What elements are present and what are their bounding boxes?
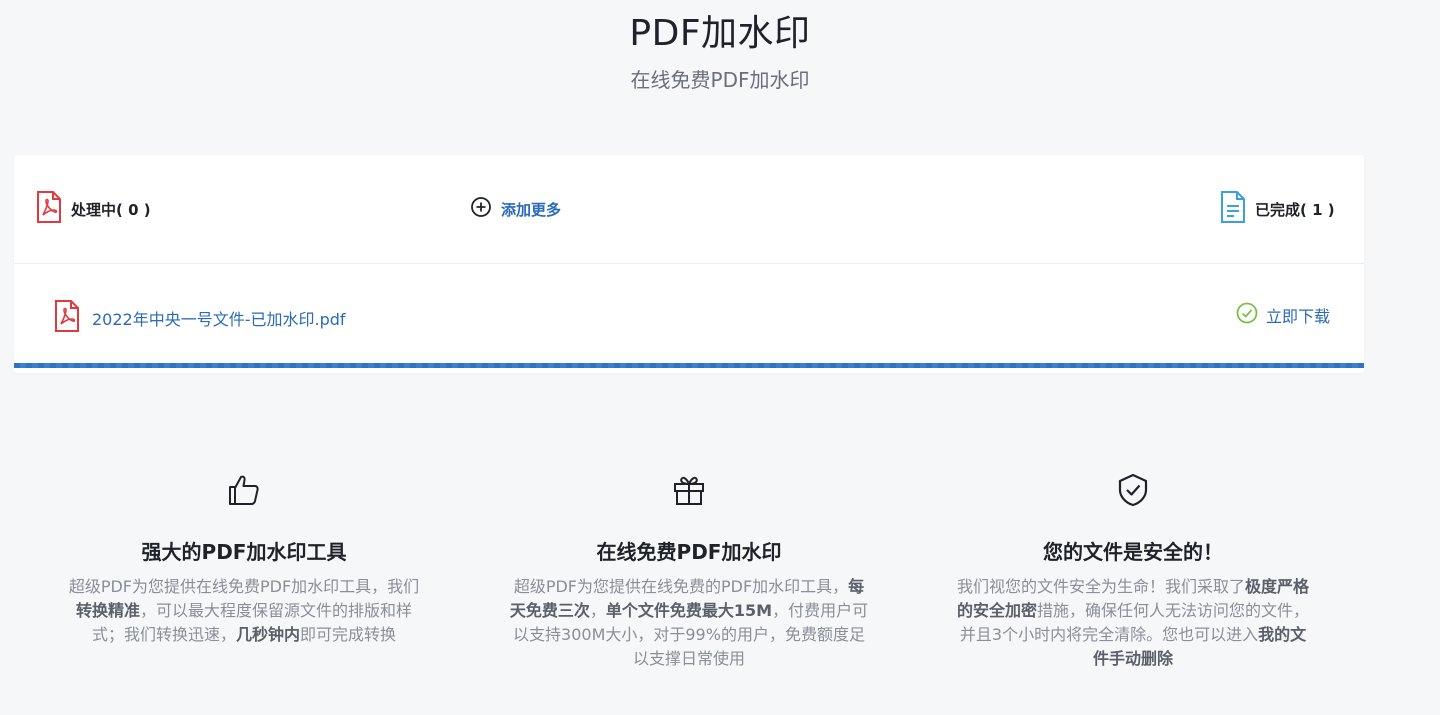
- page: PDF加水印 在线免费PDF加水印 处理中( 0 ) 添加更多 已完成(1)…: [0, 0, 1440, 715]
- completed-count: ( 1 ): [1300, 200, 1335, 219]
- pdf-file-icon: [36, 191, 62, 227]
- processing-count: ( 0 ): [116, 200, 151, 219]
- feature-free-online: 在线免费PDF加水印 超级PDF为您提供在线免费的PDF加水印工具，每天免费三次…: [509, 470, 869, 671]
- file-name-link[interactable]: 2022年中央一号文件-已加水印.pdf: [92, 306, 346, 330]
- pdf-file-icon: [54, 300, 80, 336]
- shield-check-icon: [1113, 470, 1153, 510]
- feature-security: 您的文件是安全的！ 我们视您的文件安全为生命！我们采取了极度严格的安全加密措施，…: [953, 470, 1313, 671]
- feature-description: 超级PDF为您提供在线免费PDF加水印工具，我们转换精准，可以最大程度保留源文件…: [68, 577, 420, 644]
- download-button[interactable]: 立即下载: [1236, 302, 1330, 328]
- gift-icon: [669, 470, 709, 510]
- file-row: 2022年中央一号文件-已加水印.pdf 立即下载: [14, 264, 1364, 368]
- feature-description: 我们视您的文件安全为生命！我们采取了极度严格的安全加密措施，确保任何人无法访问您…: [956, 577, 1310, 668]
- feature-description: 超级PDF为您提供在线免费的PDF加水印工具，每天免费三次，单个文件免费最大15…: [509, 577, 869, 668]
- page-title: PDF加水印: [629, 13, 811, 54]
- page-subtitle: 在线免费PDF加水印: [630, 68, 810, 92]
- file-panel-header: 处理中( 0 ) 添加更多 已完成(1): [14, 155, 1364, 264]
- add-more-label: 添加更多: [501, 200, 562, 219]
- check-circle-icon: [1236, 302, 1258, 328]
- processing-label: 处理中: [71, 200, 117, 219]
- file-info: 2022年中央一号文件-已加水印.pdf: [54, 300, 346, 336]
- file-panel: 处理中( 0 ) 添加更多 已完成(1) 2022年中央一号文件-已加水印.…: [14, 155, 1364, 373]
- completed-tab[interactable]: 已完成( 1 ): [1220, 191, 1335, 227]
- completed-label: 已完成: [1255, 200, 1301, 219]
- progress-bar: [14, 363, 1364, 368]
- feature-title: 强大的PDF加水印工具: [141, 540, 347, 564]
- add-more-button[interactable]: 添加更多: [470, 193, 561, 225]
- processing-tab[interactable]: 处理中( 0 ): [36, 191, 151, 227]
- document-icon: [1220, 191, 1246, 227]
- feature-title: 您的文件是安全的！: [1043, 540, 1223, 564]
- download-label: 立即下载: [1265, 307, 1330, 326]
- add-circle-icon: [470, 196, 492, 222]
- feature-title: 在线免费PDF加水印: [596, 540, 782, 564]
- thumbs-up-icon: [224, 470, 264, 510]
- feature-powerful-tool: 强大的PDF加水印工具 超级PDF为您提供在线免费PDF加水印工具，我们转换精准…: [64, 470, 424, 647]
